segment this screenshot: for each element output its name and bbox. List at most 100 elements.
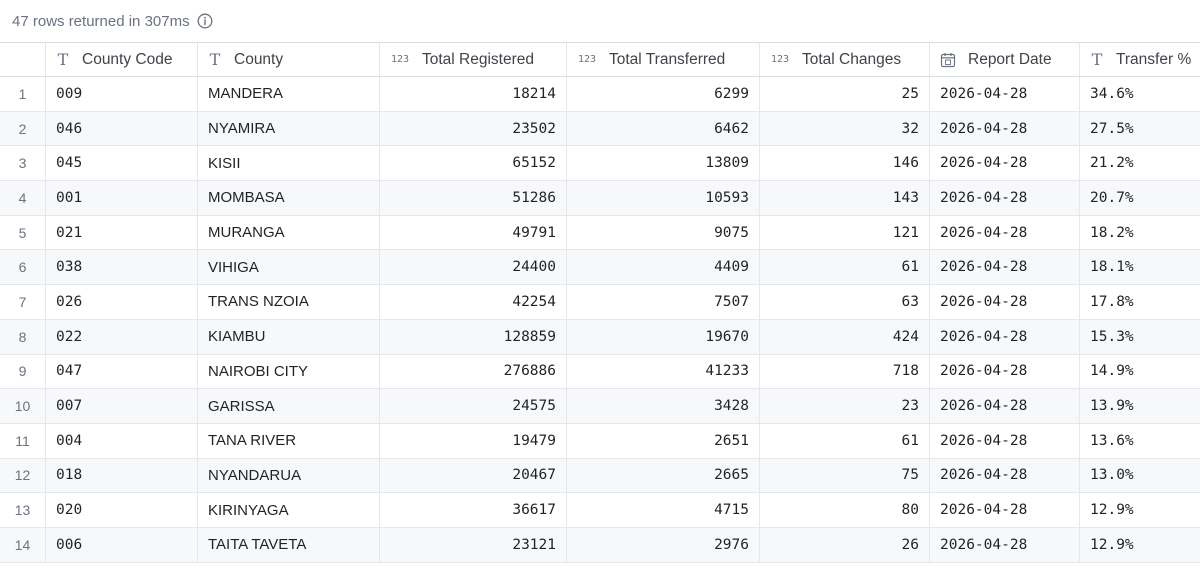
cell-county[interactable]: NAIROBI CITY (198, 354, 380, 389)
cell-total-transferred[interactable]: 3428 (567, 389, 760, 423)
cell-transfer-pct[interactable]: 12.9% (1080, 528, 1200, 562)
cell-transfer-pct[interactable]: 18.1% (1080, 250, 1200, 284)
column-header-transfer-pct[interactable]: T Transfer % (1080, 43, 1200, 76)
cell-county-code[interactable]: 038 (46, 250, 198, 285)
cell-county[interactable]: TAITA TAVETA (198, 527, 380, 562)
cell-total-registered[interactable]: 23121 (380, 527, 567, 562)
cell-total-changes[interactable]: 26 (760, 527, 930, 562)
cell-county-code[interactable]: 018 (46, 458, 198, 493)
cell-transfer-pct[interactable]: 21.2% (1080, 146, 1200, 180)
cell-total-changes[interactable]: 75 (760, 458, 930, 493)
table-row[interactable]: 8 022 KIAMBU 128859 19670 424 2026-04-28… (0, 319, 1200, 355)
cell-total-registered[interactable]: 23502 (380, 111, 567, 146)
cell-report-date[interactable]: 2026-04-28 (930, 285, 1080, 319)
cell-total-changes[interactable]: 121 (760, 215, 930, 250)
cell-total-transferred[interactable]: 10593 (567, 181, 760, 215)
cell-total-registered[interactable]: 18214 (380, 77, 567, 111)
cell-county[interactable]: MURANGA (198, 215, 380, 250)
info-icon[interactable] (197, 13, 213, 29)
cell-total-registered[interactable]: 276886 (380, 354, 567, 389)
table-row[interactable]: 11 004 TANA RIVER 19479 2651 61 2026-04-… (0, 423, 1200, 459)
cell-transfer-pct[interactable]: 20.7% (1080, 181, 1200, 215)
cell-total-registered[interactable]: 19479 (380, 423, 567, 458)
cell-county-code[interactable]: 009 (46, 77, 198, 111)
cell-transfer-pct[interactable]: 13.0% (1080, 459, 1200, 493)
table-row[interactable]: 6 038 VIHIGA 24400 4409 61 2026-04-28 18… (0, 250, 1200, 286)
cell-total-changes[interactable]: 63 (760, 285, 930, 319)
cell-report-date[interactable]: 2026-04-28 (930, 423, 1080, 458)
cell-county-code[interactable]: 045 (46, 146, 198, 181)
cell-county[interactable]: KISII (198, 146, 380, 181)
cell-report-date[interactable]: 2026-04-28 (930, 146, 1080, 181)
cell-county[interactable]: MOMBASA (198, 181, 380, 215)
cell-county-code[interactable]: 021 (46, 215, 198, 250)
cell-total-changes[interactable]: 424 (760, 319, 930, 354)
table-row[interactable]: 10 007 GARISSA 24575 3428 23 2026-04-28 … (0, 389, 1200, 424)
cell-transfer-pct[interactable]: 13.9% (1080, 389, 1200, 423)
cell-total-transferred[interactable]: 2651 (567, 423, 760, 458)
cell-transfer-pct[interactable]: 13.6% (1080, 424, 1200, 458)
cell-total-changes[interactable]: 32 (760, 111, 930, 146)
cell-county-code[interactable]: 046 (46, 111, 198, 146)
cell-county-code[interactable]: 020 (46, 493, 198, 527)
cell-county[interactable]: NYAMIRA (198, 111, 380, 146)
table-row[interactable]: 14 006 TAITA TAVETA 23121 2976 26 2026-0… (0, 527, 1200, 563)
cell-county-code[interactable]: 001 (46, 181, 198, 215)
cell-total-changes[interactable]: 25 (760, 77, 930, 111)
cell-county-code[interactable]: 047 (46, 354, 198, 389)
cell-total-transferred[interactable]: 9075 (567, 215, 760, 250)
column-header-report-date[interactable]: Report Date (930, 43, 1080, 76)
cell-total-registered[interactable]: 128859 (380, 319, 567, 354)
table-row[interactable]: 2 046 NYAMIRA 23502 6462 32 2026-04-28 2… (0, 111, 1200, 147)
cell-transfer-pct[interactable]: 14.9% (1080, 355, 1200, 389)
cell-total-changes[interactable]: 61 (760, 423, 930, 458)
column-header-county-code[interactable]: T County Code (46, 43, 198, 76)
cell-county[interactable]: MANDERA (198, 77, 380, 111)
table-row[interactable]: 3 045 KISII 65152 13809 146 2026-04-28 2… (0, 146, 1200, 182)
cell-total-changes[interactable]: 146 (760, 146, 930, 181)
cell-transfer-pct[interactable]: 27.5% (1080, 112, 1200, 146)
cell-total-transferred[interactable]: 2976 (567, 527, 760, 562)
table-row[interactable]: 1 009 MANDERA 18214 6299 25 2026-04-28 3… (0, 77, 1200, 112)
cell-report-date[interactable]: 2026-04-28 (930, 493, 1080, 527)
cell-county[interactable]: VIHIGA (198, 250, 380, 285)
cell-county[interactable]: KIAMBU (198, 319, 380, 354)
cell-report-date[interactable]: 2026-04-28 (930, 389, 1080, 423)
cell-county-code[interactable]: 026 (46, 285, 198, 319)
table-row[interactable]: 13 020 KIRINYAGA 36617 4715 80 2026-04-2… (0, 493, 1200, 528)
cell-total-transferred[interactable]: 13809 (567, 146, 760, 181)
cell-transfer-pct[interactable]: 15.3% (1080, 320, 1200, 354)
cell-report-date[interactable]: 2026-04-28 (930, 250, 1080, 285)
cell-transfer-pct[interactable]: 34.6% (1080, 77, 1200, 111)
cell-transfer-pct[interactable]: 18.2% (1080, 216, 1200, 250)
cell-county[interactable]: GARISSA (198, 389, 380, 423)
cell-total-registered[interactable]: 24400 (380, 250, 567, 285)
cell-total-changes[interactable]: 23 (760, 389, 930, 423)
column-header-total-changes[interactable]: 123 Total Changes (760, 43, 930, 76)
table-row[interactable]: 4 001 MOMBASA 51286 10593 143 2026-04-28… (0, 181, 1200, 216)
cell-total-transferred[interactable]: 6462 (567, 111, 760, 146)
cell-county[interactable]: TANA RIVER (198, 423, 380, 458)
cell-report-date[interactable]: 2026-04-28 (930, 181, 1080, 215)
cell-total-registered[interactable]: 20467 (380, 458, 567, 493)
cell-transfer-pct[interactable]: 17.8% (1080, 285, 1200, 319)
cell-county-code[interactable]: 007 (46, 389, 198, 423)
cell-report-date[interactable]: 2026-04-28 (930, 319, 1080, 354)
cell-county[interactable]: NYANDARUA (198, 458, 380, 493)
cell-total-transferred[interactable]: 19670 (567, 319, 760, 354)
table-row[interactable]: 9 047 NAIROBI CITY 276886 41233 718 2026… (0, 354, 1200, 390)
table-row[interactable]: 7 026 TRANS NZOIA 42254 7507 63 2026-04-… (0, 285, 1200, 320)
cell-total-registered[interactable]: 24575 (380, 389, 567, 423)
cell-transfer-pct[interactable]: 12.9% (1080, 493, 1200, 527)
cell-county[interactable]: KIRINYAGA (198, 493, 380, 527)
column-header-county[interactable]: T County (198, 43, 380, 76)
cell-total-registered[interactable]: 49791 (380, 215, 567, 250)
cell-total-changes[interactable]: 718 (760, 354, 930, 389)
column-header-total-transferred[interactable]: 123 Total Transferred (567, 43, 760, 76)
cell-total-registered[interactable]: 42254 (380, 285, 567, 319)
cell-county-code[interactable]: 006 (46, 527, 198, 562)
cell-report-date[interactable]: 2026-04-28 (930, 458, 1080, 493)
cell-total-registered[interactable]: 36617 (380, 493, 567, 527)
cell-report-date[interactable]: 2026-04-28 (930, 77, 1080, 111)
cell-total-transferred[interactable]: 4715 (567, 493, 760, 527)
